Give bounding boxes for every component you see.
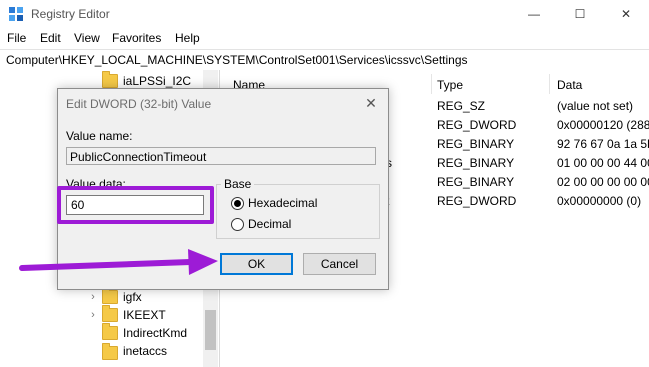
tree-item-label: igfx bbox=[123, 290, 142, 304]
address-bar[interactable]: Computer\HKEY_LOCAL_MACHINE\SYSTEM\Contr… bbox=[0, 49, 649, 71]
base-label: Base bbox=[221, 177, 255, 191]
menu-edit[interactable]: Edit bbox=[40, 31, 61, 45]
close-icon: ✕ bbox=[365, 94, 377, 111]
row-type: REG_DWORD bbox=[437, 118, 517, 132]
row-type: REG_BINARY bbox=[437, 175, 515, 189]
row-type: REG_BINARY bbox=[437, 156, 515, 170]
row-data: (value not set) bbox=[557, 99, 634, 113]
tree-item[interactable]: inetaccs bbox=[102, 342, 167, 367]
title-bar: Registry Editor — ☐ ✕ bbox=[0, 0, 649, 28]
tree-item-label: inetaccs bbox=[123, 344, 168, 358]
tree-item-label: iaLPSSi_I2C bbox=[123, 74, 192, 88]
value-name-field: PublicConnectionTimeout bbox=[66, 147, 376, 165]
maximize-icon: ☐ bbox=[574, 7, 586, 21]
menu-file[interactable]: File bbox=[7, 31, 26, 45]
column-divider[interactable] bbox=[431, 74, 432, 94]
tree-item-label: IndirectKmd bbox=[123, 326, 188, 340]
row-type: REG_BINARY bbox=[437, 137, 515, 151]
edit-dword-dialog: Edit DWORD (32-bit) Value ✕ Value name: … bbox=[57, 88, 389, 290]
menu-bar: File Edit View Favorites Help bbox=[0, 28, 649, 48]
column-divider[interactable] bbox=[549, 74, 550, 94]
row-type: REG_SZ bbox=[437, 99, 486, 113]
tree-item[interactable]: › igfx bbox=[88, 287, 142, 306]
ok-button[interactable]: OK bbox=[220, 253, 293, 275]
folder-icon bbox=[102, 71, 118, 88]
folder-icon bbox=[102, 287, 118, 304]
minimize-icon: — bbox=[528, 7, 540, 21]
value-data-input[interactable]: 60 bbox=[66, 195, 204, 215]
menu-favorites[interactable]: Favorites bbox=[112, 31, 161, 45]
tree-item-label: IKEEXT bbox=[123, 308, 166, 322]
folder-icon bbox=[102, 323, 118, 340]
radio-hexadecimal[interactable]: Hexadecimal bbox=[231, 196, 317, 210]
radio-label: Hexadecimal bbox=[248, 196, 318, 210]
column-type[interactable]: Type bbox=[437, 78, 463, 92]
dialog-title: Edit DWORD (32-bit) Value bbox=[66, 97, 212, 111]
window-title: Registry Editor bbox=[31, 7, 110, 21]
dialog-close-button[interactable]: ✕ bbox=[358, 92, 384, 114]
row-data: 0x00000000 (0) bbox=[557, 194, 642, 208]
chevron-right-icon[interactable]: › bbox=[88, 309, 98, 321]
chevron-right-icon[interactable]: › bbox=[88, 291, 98, 303]
row-data: 02 00 00 00 00 00 0 bbox=[557, 175, 649, 189]
tree-item[interactable]: › IKEEXT bbox=[88, 305, 166, 324]
cancel-button[interactable]: Cancel bbox=[303, 253, 376, 275]
row-data: 0x00000120 (288) bbox=[557, 118, 649, 132]
menu-view[interactable]: View bbox=[74, 31, 100, 45]
tree-item[interactable]: IndirectKmd bbox=[102, 323, 188, 342]
value-name-label: Value name: bbox=[66, 129, 133, 143]
column-data[interactable]: Data bbox=[557, 78, 582, 92]
row-data: 92 76 67 0a 1a 5b bbox=[557, 137, 649, 151]
menu-help[interactable]: Help bbox=[175, 31, 200, 45]
close-button[interactable]: ✕ bbox=[603, 0, 649, 28]
registry-editor-icon bbox=[9, 7, 23, 21]
row-type: REG_DWORD bbox=[437, 194, 517, 208]
folder-icon bbox=[102, 343, 118, 360]
radio-decimal[interactable]: Decimal bbox=[231, 217, 291, 231]
radio-label: Decimal bbox=[248, 217, 292, 231]
address-path[interactable]: Computer\HKEY_LOCAL_MACHINE\SYSTEM\Contr… bbox=[6, 53, 468, 67]
minimize-button[interactable]: — bbox=[511, 0, 557, 28]
tree-scrollbar-thumb[interactable] bbox=[205, 310, 216, 350]
row-data: 01 00 00 00 44 00 4 bbox=[557, 156, 649, 170]
radio-selected-icon[interactable] bbox=[231, 196, 244, 210]
folder-icon bbox=[102, 305, 118, 322]
close-icon: ✕ bbox=[620, 7, 632, 21]
radio-unselected-icon[interactable] bbox=[231, 217, 244, 231]
maximize-button[interactable]: ☐ bbox=[557, 0, 603, 28]
